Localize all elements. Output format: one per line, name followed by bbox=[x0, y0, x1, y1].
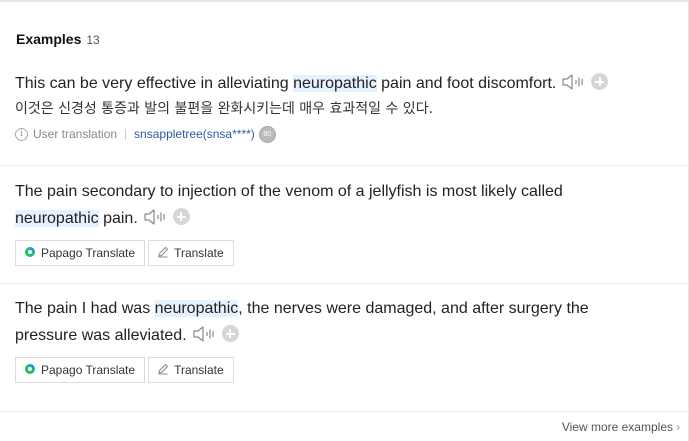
papago-logo-icon bbox=[24, 246, 36, 261]
chevron-right-icon: › bbox=[676, 420, 680, 434]
translate-buttons: Papago Translate Translate bbox=[15, 357, 673, 383]
papago-logo-icon bbox=[24, 363, 36, 378]
example-divider bbox=[0, 165, 689, 166]
example-sentence: This can be very effective in alleviatin… bbox=[15, 70, 673, 97]
translation-meta: i User translation snsappletree(snsa****… bbox=[15, 125, 673, 143]
user-translation-label: User translation bbox=[33, 127, 118, 141]
translate-button[interactable]: Translate bbox=[148, 240, 234, 266]
examples-header: Examples 13 bbox=[16, 31, 100, 47]
meta-separator bbox=[125, 128, 127, 140]
speaker-icon[interactable] bbox=[192, 324, 216, 344]
pencil-icon bbox=[157, 246, 169, 261]
pencil-icon bbox=[157, 363, 169, 378]
add-to-wordbook-icon[interactable] bbox=[591, 73, 609, 90]
examples-count: 13 bbox=[86, 33, 100, 47]
keyword-highlight: neuropathic bbox=[15, 210, 99, 227]
example-item-3: The pain I had was neuropathic, the nerv… bbox=[15, 295, 673, 383]
example-divider bbox=[0, 283, 689, 284]
add-to-wordbook-icon[interactable] bbox=[172, 208, 190, 225]
papago-translate-button[interactable]: Papago Translate bbox=[15, 240, 146, 266]
example-item-2: The pain secondary to injection of the v… bbox=[15, 178, 673, 266]
translate-button[interactable]: Translate bbox=[148, 357, 234, 383]
examples-footer: View more examples › bbox=[0, 411, 689, 441]
speaker-icon[interactable] bbox=[143, 207, 167, 227]
examples-title: Examples bbox=[16, 31, 82, 47]
example-sentence: The pain secondary to injection of the v… bbox=[15, 183, 563, 227]
example-translation: 이것은 신경성 통증과 발의 불편을 완화시키는데 매우 효과적일 수 있다. bbox=[15, 101, 434, 117]
example-item-1: This can be very effective in alleviatin… bbox=[15, 70, 673, 143]
translate-buttons: Papago Translate Translate bbox=[15, 240, 673, 266]
papago-translate-button[interactable]: Papago Translate bbox=[15, 357, 146, 383]
speaker-icon[interactable] bbox=[561, 72, 585, 92]
add-to-wordbook-icon[interactable] bbox=[221, 325, 239, 342]
view-more-examples-link[interactable]: View more examples › bbox=[562, 420, 680, 434]
keyword-highlight: neuropathic bbox=[293, 75, 377, 92]
top-border bbox=[0, 0, 689, 2]
example-sentence: The pain I had was neuropathic, the nerv… bbox=[15, 300, 589, 344]
keyword-highlight: neuropathic bbox=[154, 300, 239, 317]
user-level-badge: 80 bbox=[258, 125, 276, 143]
translator-user-link[interactable]: snsappletree(snsa****) bbox=[134, 127, 255, 141]
info-icon[interactable]: i bbox=[15, 127, 28, 141]
